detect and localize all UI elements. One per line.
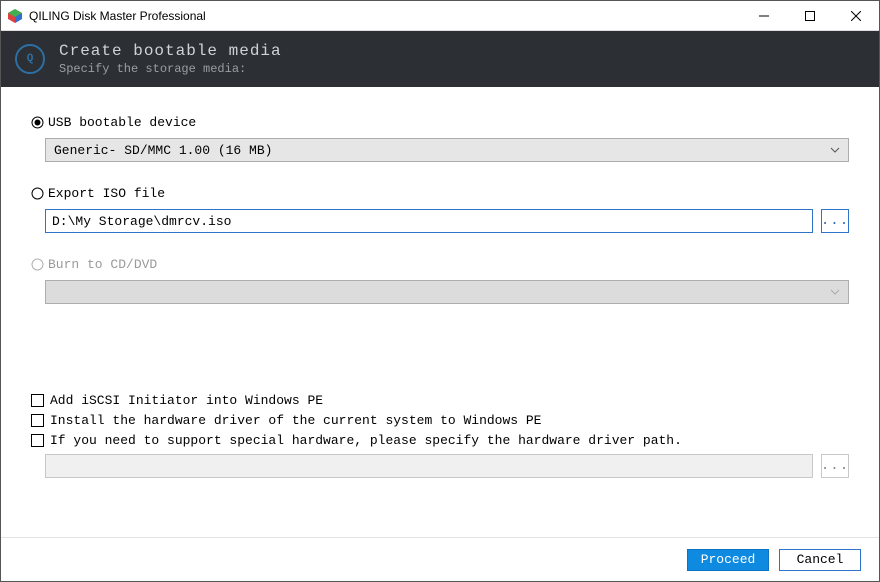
option-iso-label: Export ISO file: [48, 186, 165, 201]
cd-drive-select: [45, 280, 849, 304]
iso-path-input[interactable]: D:\My Storage\dmrcv.iso: [45, 209, 813, 233]
option-cd-label: Burn to CD/DVD: [48, 257, 157, 272]
radio-selected-icon: [31, 116, 44, 129]
option-cd: Burn to CD/DVD: [31, 257, 849, 272]
driver-path-input: [45, 454, 813, 478]
page-subtitle: Specify the storage media:: [59, 62, 282, 76]
titlebar: QILING Disk Master Professional: [1, 1, 879, 31]
option-usb[interactable]: USB bootable device: [31, 115, 849, 130]
page-title: Create bootable media: [59, 42, 282, 60]
check-iscsi[interactable]: Add iSCSI Initiator into Windows PE: [31, 393, 849, 408]
maximize-button[interactable]: [787, 1, 833, 30]
close-button[interactable]: [833, 1, 879, 30]
close-icon: [851, 11, 861, 21]
iso-browse-button[interactable]: ...: [821, 209, 849, 233]
option-usb-label: USB bootable device: [48, 115, 196, 130]
checkbox-unchecked-icon: [31, 394, 44, 407]
radio-disabled-icon: [31, 258, 44, 271]
minimize-icon: [759, 11, 769, 21]
minimize-button[interactable]: [741, 1, 787, 30]
usb-device-select[interactable]: Generic- SD/MMC 1.00 (16 MB): [45, 138, 849, 162]
driver-path-browse-button: ...: [821, 454, 849, 478]
app-title: QILING Disk Master Professional: [29, 9, 206, 23]
option-iso[interactable]: Export ISO file: [31, 186, 849, 201]
check-iscsi-label: Add iSCSI Initiator into Windows PE: [50, 393, 323, 408]
app-icon: [7, 8, 23, 24]
maximize-icon: [805, 11, 815, 21]
checkbox-unchecked-icon: [31, 434, 44, 447]
usb-device-value: Generic- SD/MMC 1.00 (16 MB): [54, 143, 272, 158]
check-driver-path[interactable]: If you need to support special hardware,…: [31, 433, 849, 448]
cancel-button[interactable]: Cancel: [779, 549, 861, 571]
page-header: Q Create bootable media Specify the stor…: [1, 31, 879, 87]
check-driver-current[interactable]: Install the hardware driver of the curre…: [31, 413, 849, 428]
content-area: USB bootable device Generic- SD/MMC 1.00…: [1, 87, 879, 537]
chevron-down-icon: [830, 147, 840, 153]
header-icon: Q: [15, 44, 45, 74]
check-driver-path-label: If you need to support special hardware,…: [50, 433, 682, 448]
check-driver-current-label: Install the hardware driver of the curre…: [50, 413, 541, 428]
proceed-button[interactable]: Proceed: [687, 549, 769, 571]
radio-unselected-icon: [31, 187, 44, 200]
checkbox-unchecked-icon: [31, 414, 44, 427]
chevron-down-icon: [830, 289, 840, 295]
footer: Proceed Cancel: [1, 537, 879, 581]
